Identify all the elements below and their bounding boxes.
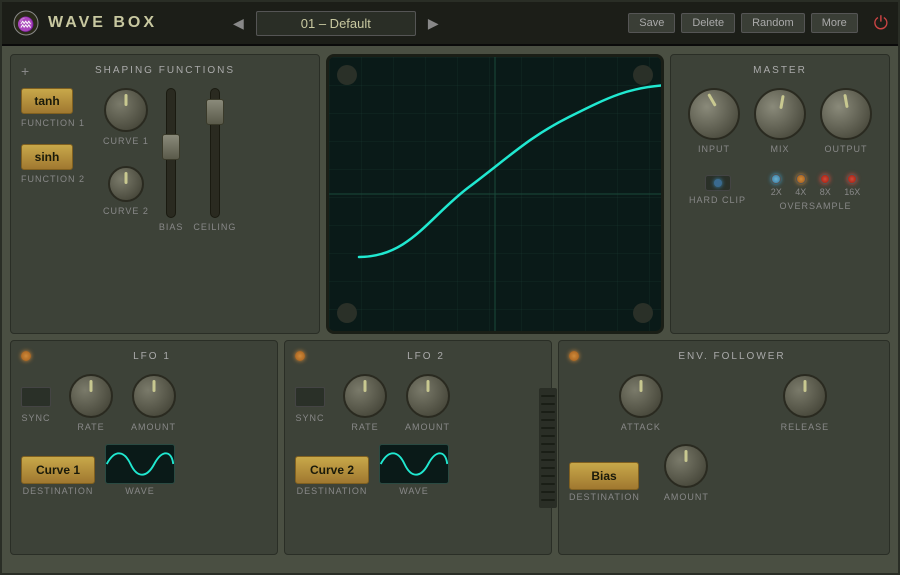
lfo1-sync-label: SYNC bbox=[21, 413, 50, 423]
lfo1-indicator bbox=[21, 351, 31, 361]
lfo2-sync-label: SYNC bbox=[295, 413, 324, 423]
logo-area: ♒ WAVE BOX bbox=[12, 9, 157, 37]
curve1-knob[interactable] bbox=[104, 88, 148, 132]
lfo2-rate-label: RATE bbox=[351, 422, 378, 432]
svg-text:♒: ♒ bbox=[17, 16, 34, 33]
env-attack-knob[interactable] bbox=[619, 374, 663, 418]
lfo2-amount-label: AMOUNT bbox=[405, 422, 450, 432]
header-buttons: Save Delete Random More ⏻ bbox=[628, 13, 888, 34]
mix-knob[interactable] bbox=[754, 88, 806, 140]
oversample-8x-label: 8X bbox=[820, 187, 831, 197]
env-amount-label: AMOUNT bbox=[664, 492, 709, 502]
lfo1-panel: LFO 1 SYNC RATE AMOUNT bbox=[10, 340, 278, 555]
bias-slider[interactable] bbox=[166, 88, 176, 218]
more-button[interactable]: More bbox=[811, 13, 858, 33]
lfo1-destination-button[interactable]: Curve 1 bbox=[21, 456, 95, 484]
function2-label: FUNCTION 2 bbox=[21, 174, 85, 184]
oversample-16x-indicator[interactable] bbox=[847, 174, 857, 184]
env-attack-label: ATTACK bbox=[621, 422, 661, 432]
curve2-knob[interactable] bbox=[108, 166, 144, 202]
hardclip-button[interactable] bbox=[705, 175, 731, 191]
curve2-knob-group: CURVE 2 bbox=[103, 166, 149, 216]
lfo2-sync-button[interactable] bbox=[295, 387, 325, 407]
lfo1-title: LFO 1 bbox=[21, 351, 267, 362]
preset-name[interactable]: 01 – Default bbox=[256, 11, 416, 36]
shaping-title: SHAPING FUNCTIONS bbox=[21, 65, 309, 76]
lfo1-sync-button[interactable] bbox=[21, 387, 51, 407]
bias-slider-container: BIAS bbox=[159, 88, 184, 232]
lfo1-destination-label: DESTINATION bbox=[21, 486, 95, 496]
env-release-label: RELEASE bbox=[781, 422, 830, 432]
env-title: ENV. FOLLOWER bbox=[569, 351, 879, 362]
logo-icon: ♒ bbox=[12, 9, 40, 37]
lfo2-title: LFO 2 bbox=[295, 351, 541, 362]
lfo1-amount-knob[interactable] bbox=[132, 374, 176, 418]
lfo2-amount-knob[interactable] bbox=[406, 374, 450, 418]
env-panel: ENV. FOLLOWER ATTACK RELEASE Bias DESTIN… bbox=[558, 340, 890, 555]
lfo2-wave-label: WAVE bbox=[379, 486, 449, 496]
function2-button[interactable]: sinh bbox=[21, 144, 73, 170]
random-button[interactable]: Random bbox=[741, 13, 805, 33]
oversample-8x-indicator[interactable] bbox=[820, 174, 830, 184]
oscilloscope-panel bbox=[326, 54, 664, 334]
power-button[interactable]: ⏻ bbox=[874, 13, 888, 34]
curve2-label: CURVE 2 bbox=[103, 206, 149, 216]
master-title: MASTER bbox=[681, 65, 879, 76]
env-indicator bbox=[569, 351, 579, 361]
scope-display bbox=[329, 57, 661, 331]
save-button[interactable]: Save bbox=[628, 13, 675, 33]
lfo2-destination-label: DESTINATION bbox=[295, 486, 369, 496]
oversample-label: OVERSAMPLE bbox=[760, 201, 871, 211]
lfo1-rate-knob[interactable] bbox=[69, 374, 113, 418]
hardclip-led bbox=[714, 179, 722, 187]
oversample-2x-label: 2X bbox=[771, 187, 782, 197]
next-preset-button[interactable]: ▶ bbox=[422, 13, 445, 34]
oversample-4x-indicator[interactable] bbox=[796, 174, 806, 184]
ceiling-slider-container: CEILING bbox=[193, 88, 236, 232]
function1-button[interactable]: tanh bbox=[21, 88, 73, 114]
env-destination-label: DESTINATION bbox=[569, 492, 640, 502]
env-destination-button[interactable]: Bias bbox=[569, 462, 639, 490]
function1-label: FUNCTION 1 bbox=[21, 118, 85, 128]
lfo1-rate-label: RATE bbox=[77, 422, 104, 432]
curve1-knob-group: CURVE 1 bbox=[103, 88, 149, 146]
speaker-grille bbox=[539, 388, 557, 508]
env-amount-knob[interactable] bbox=[664, 444, 708, 488]
lfo1-amount-label: AMOUNT bbox=[131, 422, 176, 432]
input-label: INPUT bbox=[698, 144, 730, 154]
bias-slider-label: BIAS bbox=[159, 222, 184, 232]
output-knob[interactable] bbox=[820, 88, 872, 140]
oversample-2x-indicator[interactable] bbox=[771, 174, 781, 184]
lfo2-wave-display bbox=[379, 444, 449, 484]
shaping-plus-icon[interactable]: + bbox=[21, 63, 29, 79]
input-knob[interactable] bbox=[688, 88, 740, 140]
lfo2-panel: LFO 2 SYNC RATE AMOUNT bbox=[284, 340, 552, 555]
prev-preset-button[interactable]: ◀ bbox=[227, 13, 250, 34]
oversample-4x-label: 4X bbox=[795, 187, 806, 197]
preset-nav: ◀ 01 – Default ▶ bbox=[227, 11, 445, 36]
mix-label: MIX bbox=[770, 144, 789, 154]
oversample-16x-label: 16X bbox=[844, 187, 860, 197]
lfo2-destination-button[interactable]: Curve 2 bbox=[295, 456, 369, 484]
lfo1-wave-label: WAVE bbox=[105, 486, 175, 496]
lfo2-indicator bbox=[295, 351, 305, 361]
app-title: WAVE BOX bbox=[48, 14, 157, 32]
env-release-knob[interactable] bbox=[783, 374, 827, 418]
delete-button[interactable]: Delete bbox=[681, 13, 735, 33]
hardclip-label: HARD CLIP bbox=[689, 195, 746, 205]
ceiling-slider-label: CEILING bbox=[193, 222, 236, 232]
lfo2-rate-knob[interactable] bbox=[343, 374, 387, 418]
lfo1-wave-display bbox=[105, 444, 175, 484]
shaping-panel: + SHAPING FUNCTIONS tanh FUNCTION 1 sinh… bbox=[10, 54, 320, 334]
ceiling-slider[interactable] bbox=[210, 88, 220, 218]
curve1-label: CURVE 1 bbox=[103, 136, 149, 146]
master-panel: MASTER INPUT MIX OUTPUT bbox=[670, 54, 890, 334]
output-label: OUTPUT bbox=[825, 144, 868, 154]
